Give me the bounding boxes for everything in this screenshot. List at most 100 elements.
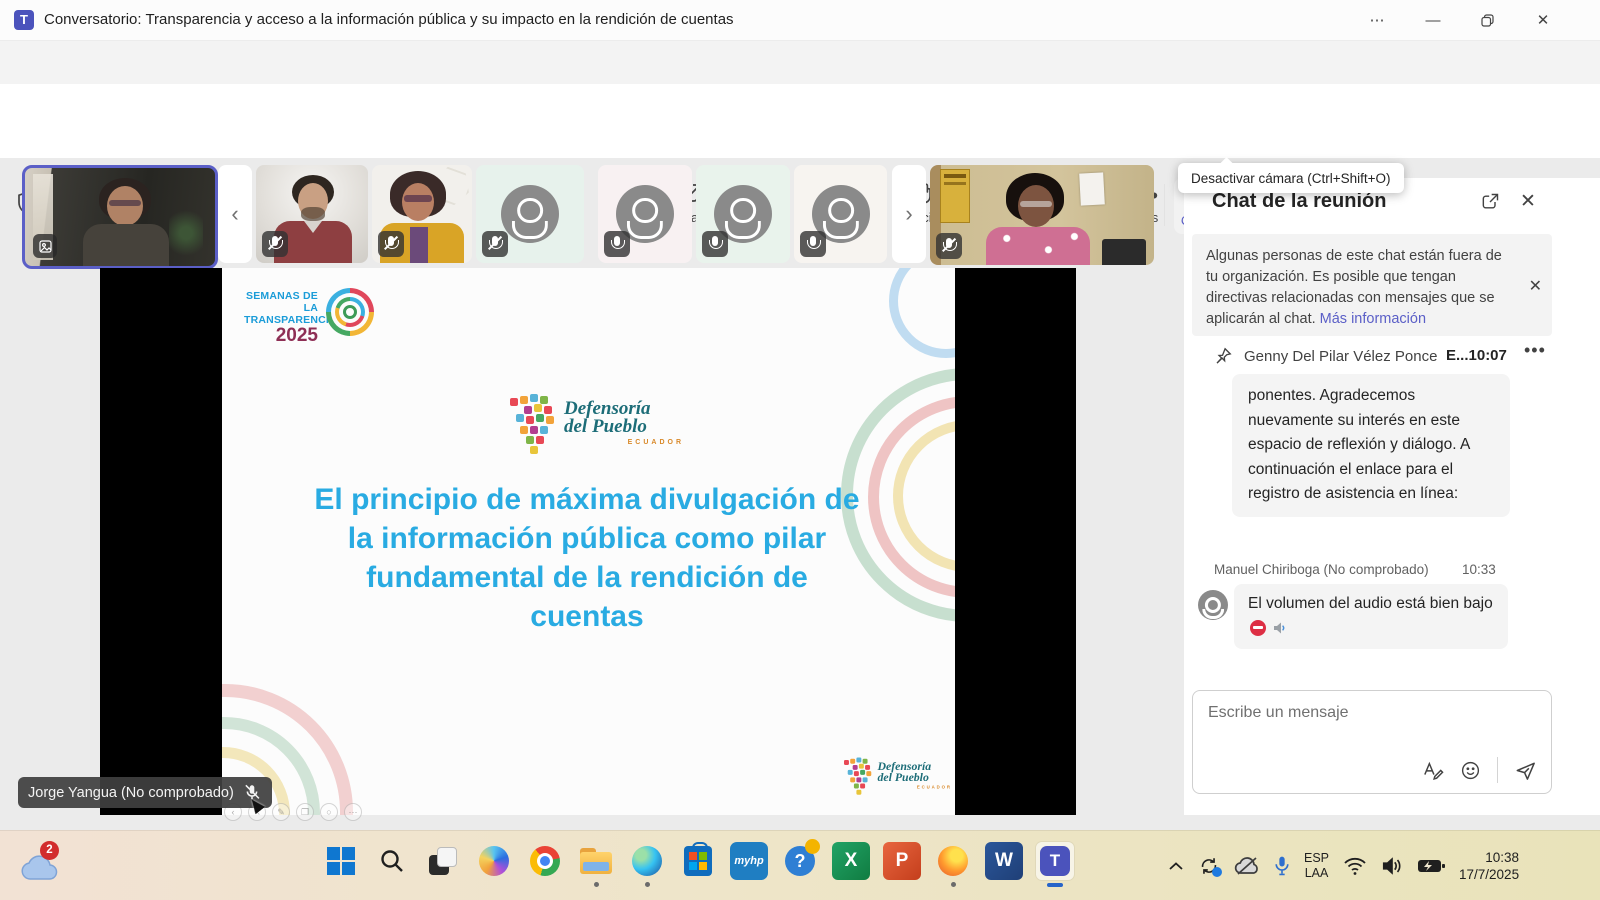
decor-ring <box>889 268 955 358</box>
self-glasses <box>109 200 141 206</box>
participant-video-tile[interactable] <box>930 165 1154 265</box>
wifi-icon[interactable] <box>1343 856 1367 876</box>
glasses <box>1020 201 1052 207</box>
battery-icon[interactable] <box>1417 858 1445 874</box>
mosaic-map-icon <box>844 760 849 765</box>
chat-input[interactable]: Escribe un mensaje <box>1192 690 1552 794</box>
toolbar-divider <box>1164 184 1165 226</box>
window-more-icon[interactable]: ⋯ <box>1354 0 1400 40</box>
microsoft-store-icon[interactable] <box>679 842 717 880</box>
participant-avatar-tile[interactable] <box>696 165 790 263</box>
mic-off-icon <box>936 233 962 259</box>
window-restore-icon[interactable] <box>1464 0 1510 40</box>
taskbar-clock[interactable]: 10:3817/7/2025 <box>1459 849 1519 883</box>
event-logo-rings-icon <box>326 288 374 336</box>
camera-tooltip: Desactivar cámara (Ctrl+Shift+O) <box>1178 163 1404 193</box>
myhp-icon[interactable]: myhp <box>730 842 768 880</box>
meeting-toolbar: i 02:37:01 Separar Chat <box>0 84 1600 158</box>
taskbar: 2 <box>0 830 1600 900</box>
volume-icon[interactable] <box>1381 856 1403 876</box>
copy-icon[interactable]: ❐ <box>296 803 314 821</box>
self-face <box>107 186 143 226</box>
excel-icon[interactable]: X <box>832 842 870 880</box>
chat-close-icon[interactable]: ✕ <box>1520 190 1536 213</box>
chat-input-placeholder: Escribe un mensaje <box>1208 704 1349 722</box>
window-title: Conversatorio: Transparencia y acceso a … <box>44 11 734 28</box>
task-view-icon[interactable] <box>424 842 462 880</box>
message-author: Genny Del Pilar Vélez Ponce <box>1244 348 1437 365</box>
teams-active-indicator <box>1047 883 1063 887</box>
sync-update-icon[interactable] <box>1198 855 1220 877</box>
self-video-tile[interactable] <box>22 165 218 269</box>
chat-panel-title: Chat de la reunión <box>1212 190 1386 213</box>
mic-off-icon <box>482 231 508 257</box>
message-timestamp: E...10:07 <box>1446 347 1507 364</box>
slide-title: El principio de máxima divulgación de la… <box>277 480 897 636</box>
mic-off-icon <box>378 231 404 257</box>
window-minimize-icon[interactable]: — <box>1410 0 1456 40</box>
blouse <box>410 227 428 263</box>
presentation-stage: SEMANAS DE LA TRANSPARENCIA 2025 Defenso… <box>100 268 1076 815</box>
mic-disabled-icon <box>800 231 826 257</box>
more-controls-icon[interactable]: ⋯ <box>344 803 362 821</box>
message-timestamp: 10:33 <box>1462 562 1496 577</box>
chat-popout-icon[interactable] <box>1480 192 1500 212</box>
mosaic-map-icon <box>510 398 518 406</box>
window-close-icon[interactable]: ✕ <box>1520 0 1566 40</box>
slide: SEMANAS DE LA TRANSPARENCIA 2025 Defenso… <box>222 268 955 815</box>
participant-video-tile[interactable] <box>372 165 472 263</box>
mic-disabled-icon <box>702 231 728 257</box>
chat-panel: Chat de la reunión ✕ Algunas personas de… <box>1184 178 1600 815</box>
chat-message-bubble: El volumen del audio está bien bajo <box>1234 584 1508 649</box>
beard <box>301 207 325 221</box>
pin-icon <box>1214 346 1233 365</box>
mic-off-icon <box>262 231 288 257</box>
magnifier-icon[interactable]: ○ <box>320 803 338 821</box>
word-icon[interactable]: W <box>985 842 1023 880</box>
message-more-icon[interactable]: ••• <box>1524 340 1546 361</box>
onedrive-paused-icon[interactable] <box>1234 856 1260 876</box>
help-icon[interactable]: ? <box>781 842 819 880</box>
file-explorer-icon[interactable] <box>577 842 615 880</box>
window-titlebar: T Conversatorio: Transparencia y acceso … <box>0 0 1600 41</box>
edge-icon[interactable] <box>628 842 666 880</box>
face <box>402 183 434 221</box>
notification-badge: 2 <box>40 841 59 860</box>
tray-chevron-up-icon[interactable] <box>1168 861 1184 871</box>
plant <box>169 208 203 258</box>
person-avatar-icon <box>1198 590 1228 620</box>
format-icon[interactable] <box>1422 760 1444 780</box>
chrome-icon[interactable] <box>526 842 564 880</box>
language-indicator[interactable]: ESPLAA <box>1304 851 1329 881</box>
pink-top <box>986 227 1090 265</box>
participant-avatar-tile[interactable] <box>476 165 584 263</box>
more-info-link[interactable]: Más información <box>1320 311 1426 327</box>
filmstrip-prev-button[interactable]: ‹ <box>218 165 252 263</box>
mic-disabled-icon <box>604 231 630 257</box>
powerpoint-icon[interactable]: P <box>883 842 921 880</box>
tray-mic-icon[interactable] <box>1274 855 1290 877</box>
emoji-icon[interactable] <box>1460 760 1481 781</box>
presenter-name-label: Jorge Yangua (No comprobado) <box>18 777 272 808</box>
copilot-icon[interactable] <box>475 842 513 880</box>
firefox-icon[interactable] <box>934 842 972 880</box>
teams-taskbar-icon[interactable]: T <box>1036 842 1074 880</box>
no-entry-emoji <box>1250 620 1266 636</box>
speaker-low-emoji <box>1272 620 1288 636</box>
start-button[interactable] <box>322 842 360 880</box>
notice-close-icon[interactable]: ✕ <box>1529 276 1542 297</box>
chat-message-bubble: ponentes. Agradecemos nuevamente su inte… <box>1232 374 1510 517</box>
search-icon[interactable] <box>373 842 411 880</box>
participant-avatar-tile[interactable] <box>794 165 887 263</box>
video-effects-icon[interactable] <box>33 234 57 258</box>
input-divider <box>1497 757 1498 783</box>
participant-video-tile[interactable] <box>256 165 368 263</box>
send-icon[interactable] <box>1514 759 1537 782</box>
teams-app-icon: T <box>14 10 34 30</box>
glasses <box>404 195 432 202</box>
participant-avatar-tile[interactable] <box>598 165 692 263</box>
weather-widget[interactable]: 2 <box>20 841 66 887</box>
filmstrip-next-button[interactable]: › <box>892 165 926 263</box>
pen-icon[interactable]: ✎ <box>272 803 290 821</box>
message-author: Manuel Chiriboga (No comprobado) <box>1214 562 1429 577</box>
